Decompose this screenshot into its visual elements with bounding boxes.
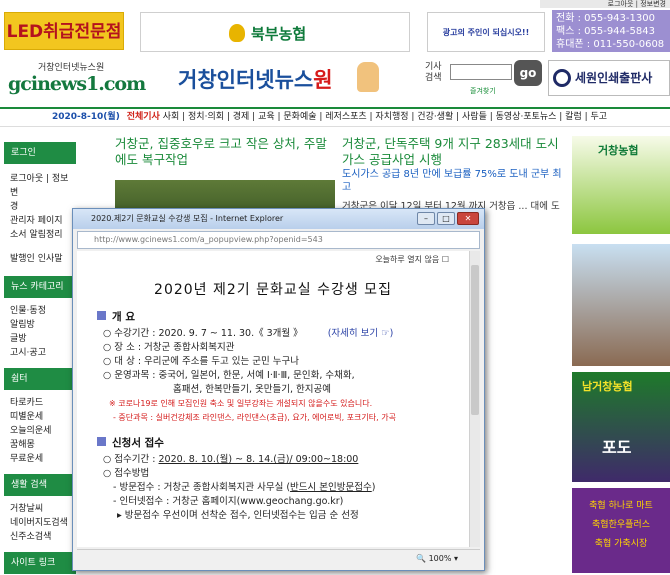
nh-banner[interactable]: 북부농협 — [140, 12, 410, 52]
sidebar-item[interactable]: 오늘의운세 — [4, 424, 76, 438]
sidebar-head-life: 생활 검색 — [4, 474, 76, 496]
sidebar-item[interactable]: 소서 알림정리 — [4, 228, 76, 242]
sidebar-item[interactable]: 경 — [4, 200, 76, 214]
sidebar-head-rest: 쉼터 — [4, 368, 76, 390]
sidebar-item[interactable]: 무료운세 — [4, 452, 76, 466]
sidebar-item[interactable]: 타로카드 — [4, 396, 76, 410]
grape-label: 포도 — [602, 438, 632, 457]
thumbs-up-icon — [357, 62, 379, 92]
top-links[interactable]: 로그아웃 | 정보변경 — [540, 0, 670, 8]
chukhyup-banner[interactable]: 축협 하나로 마트 축협한우플러스 축협 가축시장 — [572, 488, 670, 573]
popup-content: 오늘하루 열지 않음 ☐ 2020년 제2기 문화교실 수강생 모집 개 요 ○… — [77, 251, 469, 547]
contact-box: 전화 : 055-943-1300 팩스 : 055-944-5843 휴대폰 … — [552, 10, 670, 52]
sidebar-head-login: 로그인 — [4, 142, 76, 164]
visit-line: - 방문접수 : 거창군 종합사회복지관 사무실 (반드시 본인방문접수) — [113, 482, 376, 493]
main-nav[interactable]: 2020-8-10(월) 전체기사 사회 | 정치·의회 | 경제 | 교육 |… — [0, 107, 670, 127]
building-banner[interactable] — [572, 244, 670, 366]
courses-line-2: 홈패션, 한복만들기, 옷만들기, 한지공예 — [173, 384, 331, 395]
sidebar-head-links: 사이트 링크 — [4, 552, 76, 574]
popup-title-text: 2020.제2기 문화교실 수강생 모집 - Internet Explorer — [91, 214, 284, 223]
search-input[interactable] — [450, 64, 512, 80]
contact-mobile: 휴대폰 : 011-550-0608 — [556, 39, 665, 50]
ad-box[interactable]: 광고의 주인이 되십시오!! — [427, 12, 545, 52]
sidebar-item[interactable]: 관리자 페이지 — [4, 214, 76, 228]
contact-fax: 팩스 : 055-944-5843 — [556, 26, 655, 37]
sidebar-item[interactable]: 신주소검색 — [4, 530, 76, 544]
right-banners: 거창농협 남거창농협 포도 축협 하나로 마트 축협한우플러스 축협 가축시장 — [572, 136, 670, 573]
nh-geochang-label: 거창농협 — [598, 144, 639, 157]
popup-statusbar: 🔍 100% ▾ — [77, 549, 480, 567]
sidebar: 로그인 로그아웃 | 정보변 경 관리자 페이지 소서 알림정리 발행인 인사말… — [4, 136, 76, 574]
sidebar-item[interactable]: 고시·공고 — [4, 346, 76, 360]
popup-url-bar[interactable]: http://www.gcinews1.com/a_popupview.php?… — [77, 231, 480, 249]
section-application: 신청서 접수 — [97, 435, 469, 450]
close-icon[interactable]: ✕ — [457, 212, 479, 225]
site-logo-domain: gcinews1.com — [8, 73, 146, 95]
place-line: ○ 장 소 : 거창군 종합사회복지관 — [103, 342, 235, 353]
minimize-icon[interactable]: – — [417, 212, 435, 225]
zoom-icon: 🔍 — [416, 554, 427, 563]
main-logo-text: 거창인터넷뉴스 — [178, 68, 314, 92]
more-link[interactable]: (자세히 보기 ☞) — [328, 328, 394, 339]
site-logo-small: 거창인터넷뉴스원 — [38, 63, 105, 73]
south-nh-label: 남거창농협 — [582, 380, 633, 393]
target-line: ○ 대 상 : 우리군에 주소를 두고 있는 군민 누구나 — [103, 356, 299, 367]
nh-geochang-banner[interactable]: 거창농협 — [572, 136, 670, 234]
receipt-line: ○ 접수기간 : 2020. 8. 10.(월) ~ 8. 14.(금)/ 09… — [103, 454, 359, 465]
nh-banner-text: 북부농협 — [251, 25, 307, 43]
chukhyup-tag-3: 축협 가축시장 — [594, 539, 648, 549]
nav-items[interactable]: 사회 | 정치·의회 | 경제 | 교육 | 문화예술 | 레저스포츠 | 자치… — [163, 112, 607, 122]
priority-line: ▸ 방문접수 우선이며 선착순 접수, 인터넷접수는 입금 순 선정 — [117, 510, 359, 521]
article-headline-1[interactable]: 거창군, 집중호우로 크고 작은 상처, 주말에도 복구작업 — [115, 136, 335, 168]
sidebar-item[interactable]: 발행인 인사말 — [4, 252, 76, 266]
print-logo-icon — [553, 69, 571, 87]
covid-notice: ※ 코로나19로 인해 모집인원 축소 및 일부강좌는 개설되지 않을수도 있습… — [109, 399, 373, 408]
chukhyup-tag-1: 축협 하나로 마트 — [589, 501, 653, 511]
article-subhead-2[interactable]: 도시가스 공급 8년 만에 보급률 75%로 도내 군부 최고 — [342, 168, 567, 194]
search-label: 기사 검색 — [425, 62, 442, 83]
led-banner[interactable]: LED취급전문점 — [4, 12, 124, 50]
bookmark-link[interactable]: 즐겨찾기 — [470, 86, 496, 96]
site-logo[interactable]: 거창인터넷뉴스원 gcinews1.com — [8, 60, 146, 98]
nav-date: 2020-8-10(월) — [52, 112, 120, 122]
popup-scrollbar[interactable] — [469, 251, 480, 547]
section-overview: 개 요 — [97, 309, 469, 324]
chukhyup-tag-2: 축협한우플러스 — [592, 520, 650, 530]
popup-titlebar[interactable]: 2020.제2기 문화교실 수강생 모집 - Internet Explorer… — [73, 209, 484, 229]
article-headline-2[interactable]: 거창군, 단독주택 9개 지구 283세대 도시가스 공급사업 시행 — [342, 136, 567, 168]
popup-window[interactable]: 2020.제2기 문화교실 수강생 모집 - Internet Explorer… — [72, 208, 485, 571]
sidebar-item[interactable]: 로그아웃 | 정보변 — [4, 172, 76, 200]
sidebar-item[interactable]: 알림방 — [4, 318, 76, 332]
courses-line-1: ○ 운영과목 : 중국어, 일본어, 한문, 서예 Ⅰ·Ⅱ·Ⅲ, 문인화, 수채… — [103, 370, 355, 381]
main-logo-accent: 원 — [313, 68, 333, 92]
nav-all-articles[interactable]: 전체기사 — [127, 112, 160, 122]
nh-logo-icon — [229, 24, 245, 42]
popup-heading: 2020년 제2기 문화교실 수강생 모집 — [154, 282, 392, 298]
contact-phone: 전화 : 055-943-1300 — [556, 13, 655, 24]
bullet-icon — [97, 437, 106, 446]
sidebar-item[interactable]: 네이버지도검색 — [4, 516, 76, 530]
print-ad-banner[interactable]: 세원인쇄출판사 — [548, 60, 670, 96]
search-go-button[interactable]: go — [514, 60, 542, 86]
sidebar-item[interactable]: 꿈해몽 — [4, 438, 76, 452]
method-line: ○ 접수방법 — [103, 468, 150, 479]
sidebar-item[interactable]: 글방 — [4, 332, 76, 346]
print-ad-text: 세원인쇄출판사 — [575, 71, 653, 85]
sidebar-item[interactable]: 거창날씨 — [4, 502, 76, 516]
period-line: ○ 수강기간 : 2020. 9. 7 ~ 11. 30.《 3개월 》 (자세… — [103, 328, 394, 339]
bullet-icon — [97, 311, 106, 320]
suspended-courses: - 중단과목 : 실버건강체조 라인댄스, 라인댄스(초급), 요가, 에어로빅… — [113, 413, 396, 422]
sidebar-item[interactable]: 인물·동정 — [4, 304, 76, 318]
maximize-icon[interactable]: □ — [437, 212, 455, 225]
sidebar-item[interactable]: 띠별운세 — [4, 410, 76, 424]
south-nh-banner[interactable]: 남거창농협 포도 — [572, 372, 670, 482]
online-line: - 인터넷접수 : 거창군 홈페이지(www.geochang.go.kr) — [113, 496, 344, 507]
sidebar-head-news: 뉴스 카테고리 — [4, 276, 76, 298]
zoom-level: 100% — [428, 554, 452, 563]
dont-show-today[interactable]: 오늘하루 열지 않음 ☐ — [77, 251, 469, 265]
